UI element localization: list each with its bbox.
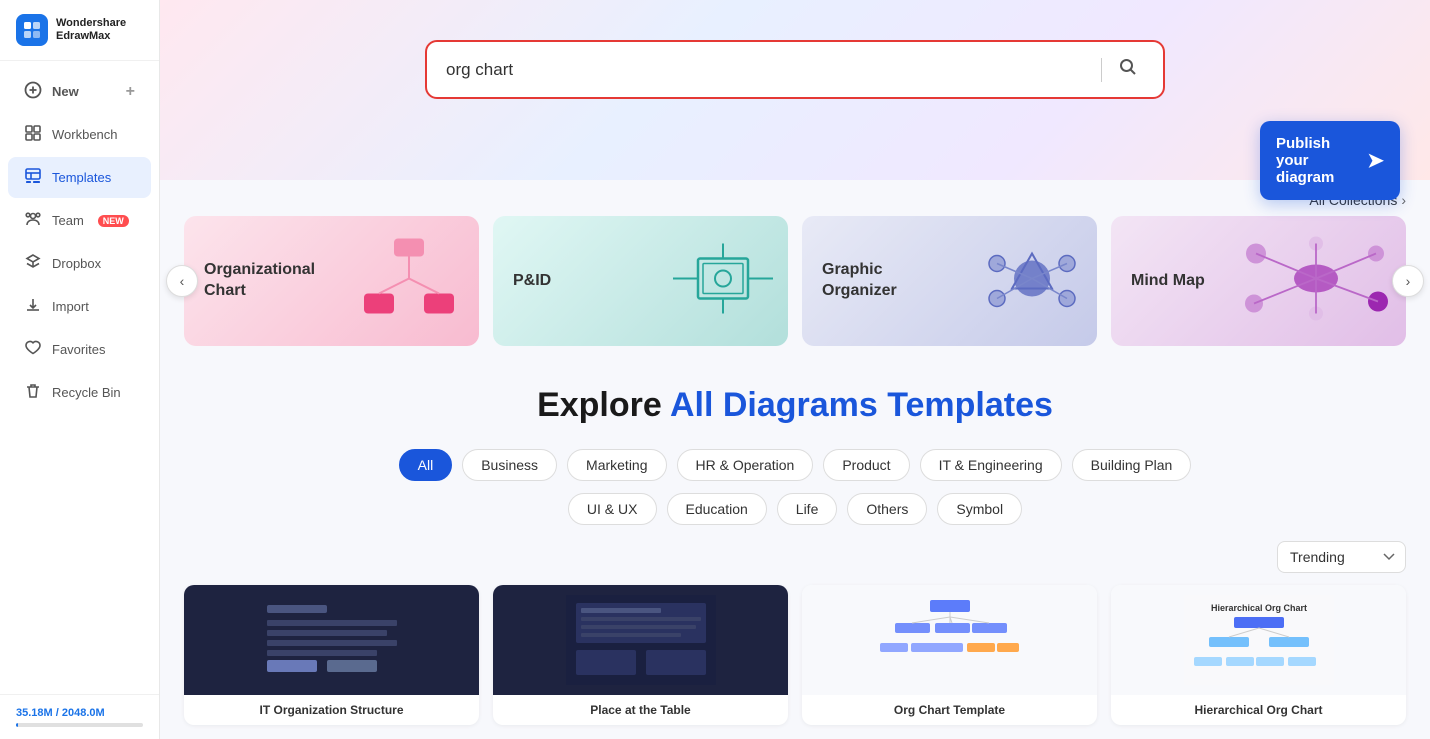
carousel-card-graphic-organizer[interactable]: Graphic Organizer (802, 216, 1097, 346)
sidebar-item-dropbox[interactable]: Dropbox (8, 243, 151, 284)
sidebar-item-import[interactable]: Import (8, 286, 151, 327)
sidebar-item-label-workbench: Workbench (52, 127, 118, 142)
app-name: Wondershare EdrawMax (56, 17, 126, 43)
main-content: ⬇ Download ? 🔔 ▾ (160, 0, 1430, 739)
sidebar-item-label-templates: Templates (52, 170, 111, 185)
search-divider (1101, 58, 1102, 82)
mind-map-illustration (1236, 234, 1396, 329)
explore-title-part1: Explore (537, 386, 670, 424)
sidebar-item-label-new: New (52, 84, 79, 99)
search-box (430, 45, 1160, 94)
template-card[interactable]: IT Organization Structure (184, 585, 479, 725)
svg-text:Hierarchical Org Chart: Hierarchical Org Chart (1210, 603, 1306, 613)
filter-chips-row2: UI & UX Education Life Others Symbol (184, 493, 1406, 525)
sidebar-item-label-recycle: Recycle Bin (52, 385, 121, 400)
carousel-card-label: Organizational Chart (204, 260, 324, 302)
filter-chip-others[interactable]: Others (847, 493, 927, 525)
template-card-label: Org Chart Template (802, 695, 1097, 725)
sort-select[interactable]: Trending Newest Most Popular (1277, 541, 1406, 573)
send-icon: ➤ (1367, 148, 1384, 173)
sidebar-item-label-import: Import (52, 299, 89, 314)
storage-bar (16, 723, 143, 727)
plus-icon: + (126, 83, 135, 101)
template-grid: IT Organization Structure P (184, 585, 1406, 739)
explore-title: Explore All Diagrams Templates (184, 386, 1406, 425)
carousel-track: Organizational Chart P&ID (184, 216, 1406, 346)
team-badge: NEW (98, 215, 129, 227)
templates-icon (24, 167, 42, 188)
storage-info: 35.18M / 2048.0M (0, 694, 159, 739)
template-card-label: Hierarchical Org Chart (1111, 695, 1406, 725)
hero-area: Publish your diagram ➤ (160, 0, 1430, 180)
sidebar-item-label-favorites: Favorites (52, 342, 105, 357)
publish-text: Publish your diagram (1276, 135, 1359, 186)
search-icon (1118, 61, 1138, 81)
template-card[interactable]: Place at the Table (493, 585, 788, 725)
publish-banner[interactable]: Publish your diagram ➤ (1260, 121, 1400, 200)
filter-chip-hr-operation[interactable]: HR & Operation (677, 449, 814, 481)
filter-chip-building-plan[interactable]: Building Plan (1072, 449, 1192, 481)
sidebar-item-label-team: Team (52, 213, 84, 228)
carousel-card-label: Graphic Organizer (822, 260, 942, 302)
filter-chip-all[interactable]: All (399, 449, 453, 481)
explore-title-highlight: All Diagrams Templates (670, 386, 1053, 424)
filter-chip-symbol[interactable]: Symbol (937, 493, 1022, 525)
sidebar-item-recycle[interactable]: Recycle Bin (8, 372, 151, 413)
template-card-label: Place at the Table (493, 695, 788, 725)
explore-section: Explore All Diagrams Templates All Busin… (160, 366, 1430, 739)
filter-chip-it-engineering[interactable]: IT & Engineering (920, 449, 1062, 481)
sidebar-item-label-dropbox: Dropbox (52, 256, 101, 271)
template-card-image (493, 585, 788, 695)
dropbox-icon (24, 253, 42, 274)
graphic-organizer-illustration (977, 234, 1087, 329)
sidebar-nav: New + Workbench (0, 61, 159, 694)
filter-chip-ui-ux[interactable]: UI & UX (568, 493, 657, 525)
template-card-image: Hierarchical Org Chart (1111, 585, 1406, 695)
filter-chip-life[interactable]: Life (777, 493, 838, 525)
collections-header: All Collections › (160, 180, 1430, 216)
template-card-image (184, 585, 479, 695)
template-card[interactable]: Org Chart Template (802, 585, 1097, 725)
org-chart-illustration (349, 234, 469, 329)
template-card-image (802, 585, 1097, 695)
filter-chip-education[interactable]: Education (667, 493, 767, 525)
carousel: ‹ Organizational Chart P&I (160, 216, 1430, 346)
sidebar: Wondershare EdrawMax New + (0, 0, 160, 739)
recycle-icon (24, 382, 42, 403)
carousel-card-label: P&ID (513, 271, 551, 292)
search-input[interactable] (446, 60, 1091, 80)
search-wrapper (425, 40, 1165, 99)
sidebar-item-new[interactable]: New + (8, 71, 151, 112)
storage-fill (16, 723, 18, 727)
carousel-prev-button[interactable]: ‹ (166, 265, 198, 297)
carousel-card-mind-map[interactable]: Mind Map (1111, 216, 1406, 346)
new-icon (24, 81, 42, 102)
template-card[interactable]: Hierarchical Org Chart Hierarchical Org … (1111, 585, 1406, 725)
team-icon (24, 210, 42, 231)
filter-chip-product[interactable]: Product (823, 449, 909, 481)
carousel-card-pid[interactable]: P&ID (493, 216, 788, 346)
app-logo[interactable]: Wondershare EdrawMax (0, 0, 159, 61)
carousel-card-org-chart[interactable]: Organizational Chart (184, 216, 479, 346)
sidebar-item-workbench[interactable]: Workbench (8, 114, 151, 155)
favorites-icon (24, 339, 42, 360)
import-icon (24, 296, 42, 317)
carousel-card-label: Mind Map (1131, 271, 1205, 292)
template-card-label: IT Organization Structure (184, 695, 479, 725)
search-button[interactable] (1112, 55, 1144, 84)
storage-text: 35.18M / 2048.0M (16, 707, 143, 719)
filter-chip-business[interactable]: Business (462, 449, 557, 481)
sidebar-item-team[interactable]: Team NEW (8, 200, 151, 241)
workbench-icon (24, 124, 42, 145)
filter-chip-marketing[interactable]: Marketing (567, 449, 666, 481)
filter-chips-row1: All Business Marketing HR & Operation Pr… (184, 449, 1406, 481)
sidebar-item-favorites[interactable]: Favorites (8, 329, 151, 370)
sidebar-item-templates[interactable]: Templates (8, 157, 151, 198)
pid-illustration (668, 234, 778, 329)
sort-row: Trending Newest Most Popular (184, 541, 1406, 585)
chevron-right-icon: › (1401, 192, 1406, 208)
logo-icon (16, 14, 48, 46)
carousel-next-button[interactable]: › (1392, 265, 1424, 297)
